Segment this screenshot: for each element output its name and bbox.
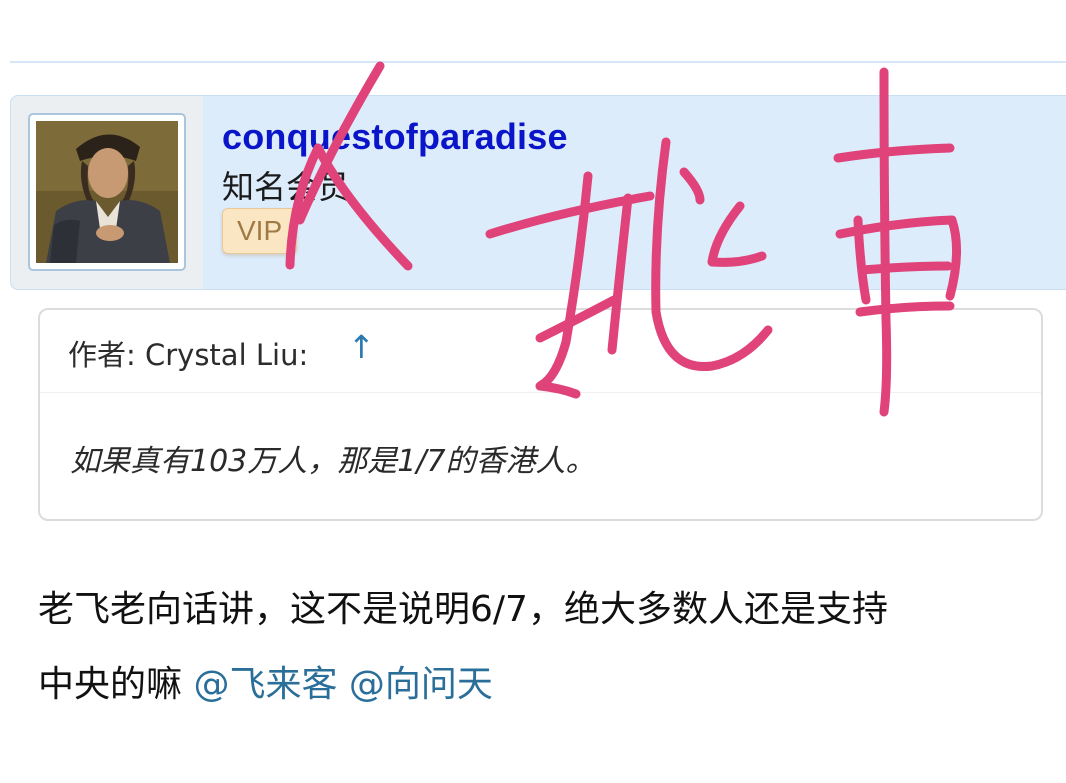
avatar-panel [11, 96, 203, 289]
vip-badge: VIP [222, 208, 298, 254]
avatar[interactable] [28, 113, 186, 271]
divider [10, 61, 1066, 63]
mention-link[interactable]: @向问天 [349, 664, 493, 705]
quote-author: 作者: Crystal Liu: [68, 338, 309, 372]
post-body-text: 中央的嘛 [38, 664, 194, 705]
user-card: conquestofparadise 知名会员 VIP [10, 95, 1066, 290]
quote-header: 作者: Crystal Liu: ↑ [40, 310, 1041, 393]
quote-text: 如果真有103万人，那是1/7的香港人。 [70, 444, 596, 479]
post-body-line-1: 老飞老向话讲，这不是说明6/7，绝大多数人还是支持 [38, 589, 888, 630]
portrait-avatar-icon [36, 121, 178, 263]
jump-to-quote-arrow-icon[interactable]: ↑ [348, 328, 375, 366]
post-page: conquestofparadise 知名会员 VIP 作者: Crystal … [0, 0, 1066, 783]
user-rank: 知名会员 [222, 168, 351, 206]
mention-link[interactable]: @飞来客 [193, 664, 337, 705]
username-link[interactable]: conquestofparadise [222, 116, 568, 158]
post-body-line-2: 中央的嘛 @飞来客 @向问天 [38, 655, 493, 707]
quote-box: 作者: Crystal Liu: ↑ 如果真有103万人，那是1/7的香港人。 [38, 308, 1043, 521]
